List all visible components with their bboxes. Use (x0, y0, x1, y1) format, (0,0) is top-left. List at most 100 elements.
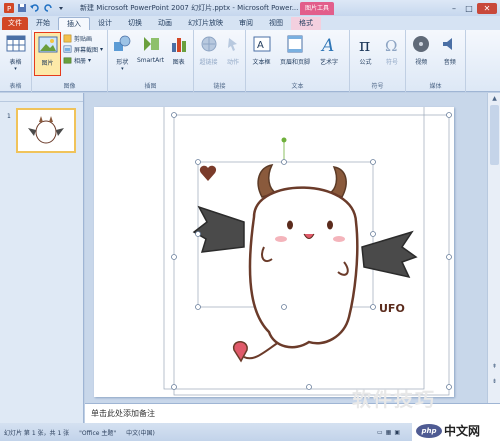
svg-text:A: A (257, 40, 264, 51)
svg-text:P: P (7, 5, 11, 13)
tab-design[interactable]: 设计 (90, 17, 120, 30)
smartart-button[interactable]: SmartArt (137, 32, 165, 64)
maximize-icon[interactable]: □ (462, 3, 476, 14)
ribbon-tabs: 文件 开始 插入 设计 切换 动画 幻灯片放映 审阅 视图 格式 (0, 16, 500, 30)
window-controls: – □ ✕ (447, 2, 500, 14)
headerfooter-button[interactable]: 页眉和页脚 (277, 32, 313, 66)
picture-label: 图片 (41, 60, 54, 67)
tab-home[interactable]: 开始 (28, 17, 58, 30)
window-title: 新建 Microsoft PowerPoint 2007 幻灯片.pptx - … (80, 4, 299, 12)
group-text: A 文本框 页眉和页脚 A 艺术字 文本 (246, 30, 350, 92)
table-label: 表格 (9, 59, 22, 66)
group-label-text: 文本 (291, 83, 304, 90)
group-label-tables: 表格 (9, 83, 22, 90)
audio-icon (442, 38, 452, 50)
shapes-button[interactable]: 形状 ▾ (110, 32, 135, 72)
normal-view-icon[interactable]: ▭ (377, 429, 383, 436)
picture-tools-label: 图片工具 (300, 2, 334, 15)
customize-qat-icon[interactable] (56, 3, 66, 13)
php-logo: php (416, 423, 442, 438)
shapes-label: 形状 (116, 59, 129, 66)
images-small-buttons: 剪贴画 屏幕截图 ▾ 相册 ▾ (63, 32, 103, 65)
chevron-down-icon: ▾ (100, 46, 104, 53)
tab-slideshow[interactable]: 幻灯片放映 (180, 17, 231, 30)
redo-icon[interactable] (43, 3, 53, 13)
album-icon (63, 57, 72, 64)
screenshot-label: 屏幕截图 (74, 47, 99, 54)
svg-text:Ω: Ω (385, 37, 397, 54)
chevron-down-icon: ▾ (121, 66, 124, 72)
audio-button[interactable]: 音频 (437, 32, 464, 66)
tab-review[interactable]: 审阅 (231, 17, 261, 30)
audio-label: 音频 (443, 59, 456, 66)
sorter-view-icon[interactable]: ▦ (386, 429, 392, 436)
symbol-button[interactable]: Ω 符号 (381, 32, 403, 66)
chart-label: 图表 (172, 59, 185, 66)
clipart-label: 剪贴画 (74, 36, 93, 43)
table-button[interactable]: 表格 ▾ (2, 32, 29, 72)
action-button[interactable]: 动作 (223, 32, 243, 66)
wordart-label: 艺术字 (319, 59, 338, 66)
tab-transitions[interactable]: 切换 (120, 17, 150, 30)
powerpoint-icon[interactable]: P (4, 3, 14, 13)
chart-button[interactable]: 图表 (166, 32, 191, 66)
previous-slide-icon[interactable]: ⇞ (488, 363, 500, 370)
screenshot-button[interactable]: 屏幕截图 ▾ (63, 45, 103, 54)
textbox-button[interactable]: A 文本框 (248, 32, 275, 66)
group-tables: 表格 ▾ 表格 (0, 30, 32, 92)
action-label: 动作 (226, 59, 239, 66)
smartart-label: SmartArt (136, 57, 165, 64)
undo-icon[interactable] (30, 3, 40, 13)
symbol-label: 符号 (385, 59, 398, 66)
title-bar: P 新建 Microsoft PowerPoint 2007 幻灯片.pptx … (0, 0, 500, 16)
action-icon (228, 38, 237, 51)
video-button[interactable]: 视频 (408, 32, 435, 66)
notes-placeholder: 单击此处添加备注 (91, 409, 155, 418)
minimize-icon[interactable]: – (447, 3, 461, 14)
slide[interactable]: UFO (94, 96, 454, 397)
picture-icon (38, 36, 57, 53)
slide-count-status: 幻灯片 第 1 张，共 1 张 (4, 429, 70, 437)
clipart-button[interactable]: 剪贴画 (63, 34, 103, 43)
tab-animations[interactable]: 动画 (150, 17, 180, 30)
chevron-down-icon: ▾ (88, 57, 92, 64)
language-status[interactable]: 中文(中国) (126, 428, 155, 437)
shapes-icon (114, 35, 131, 51)
vertical-scrollbar[interactable]: ▲ ⇞ ⇟ (487, 93, 500, 403)
slides-pane-header (0, 93, 83, 102)
tab-format[interactable]: 格式 (291, 17, 321, 30)
video-label: 视频 (415, 59, 428, 66)
tab-insert[interactable]: 插入 (58, 17, 90, 30)
site-logo: php 中文网 (412, 420, 500, 441)
headerfooter-label: 页眉和页脚 (279, 59, 310, 66)
picture-button[interactable]: 图片 (34, 32, 61, 76)
equation-icon: π (359, 36, 370, 54)
theme-status: "Office 主题" (79, 429, 117, 437)
next-slide-icon[interactable]: ⇟ (488, 378, 500, 385)
group-label-illustrations: 插图 (144, 83, 157, 90)
watermark-text: 软件技巧 (352, 389, 437, 411)
wordart-button[interactable]: A 艺术字 (315, 32, 343, 66)
svg-text:A: A (320, 36, 334, 54)
video-icon (413, 36, 430, 52)
slide-thumbnail[interactable] (16, 108, 76, 153)
chevron-down-icon: ▾ (14, 66, 17, 72)
scroll-thumb[interactable] (490, 105, 499, 165)
quick-access-toolbar: P (0, 3, 80, 13)
hyperlink-button[interactable]: 超链接 (196, 32, 221, 66)
equation-button[interactable]: π 公式 (352, 32, 379, 66)
equation-label: 公式 (359, 59, 372, 66)
album-button[interactable]: 相册 ▾ (63, 56, 103, 65)
close-icon[interactable]: ✕ (477, 2, 497, 14)
reading-view-icon[interactable]: ▣ (394, 429, 400, 436)
tab-file[interactable]: 文件 (2, 17, 28, 30)
scroll-up-icon[interactable]: ▲ (488, 95, 500, 102)
header-footer-icon (287, 35, 303, 53)
tab-view[interactable]: 视图 (261, 17, 291, 30)
group-illustrations: 形状 ▾ SmartArt 图表 插图 (108, 30, 194, 92)
save-icon[interactable] (17, 3, 27, 13)
slide-picture[interactable]: UFO (94, 96, 454, 397)
group-links: 超链接 动作 链接 (194, 30, 246, 92)
table-icon (6, 35, 25, 52)
view-buttons: ▭ ▦ ▣ (377, 429, 400, 436)
